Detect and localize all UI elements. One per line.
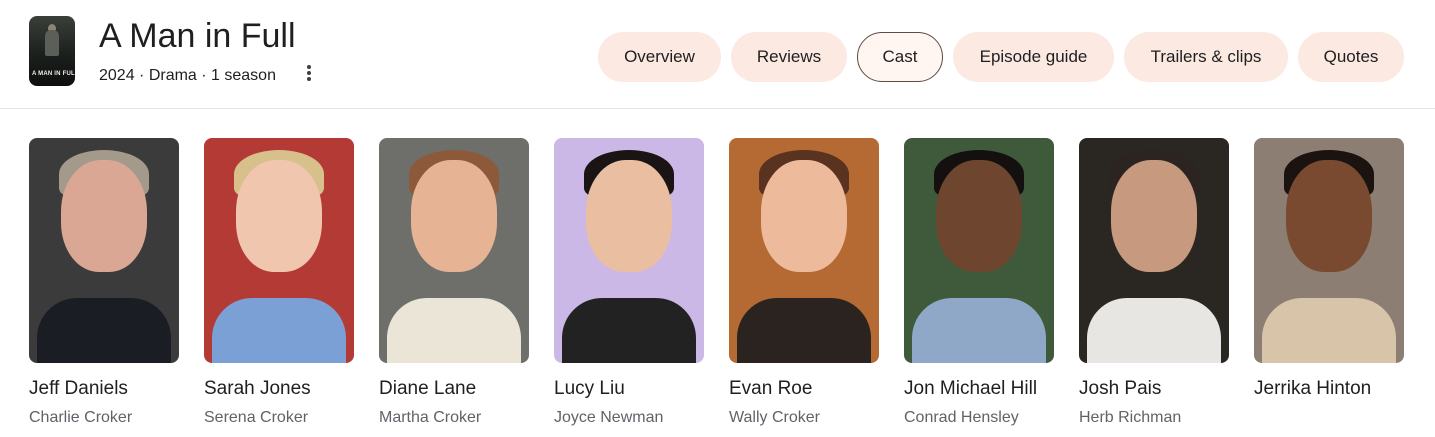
cast-name[interactable]: Lucy Liu bbox=[554, 378, 744, 400]
show-header: A MAN IN FULL A Man in Full 2024 · Drama… bbox=[0, 0, 1435, 109]
cast-photo[interactable] bbox=[1254, 138, 1404, 363]
cast-card[interactable]: Jerrika Hinton bbox=[1254, 138, 1404, 399]
poster-title: A MAN IN FULL bbox=[32, 71, 75, 77]
tab-episode-guide[interactable]: Episode guide bbox=[953, 32, 1114, 82]
tab-reviews[interactable]: Reviews bbox=[731, 32, 847, 82]
cast-card[interactable]: Josh Pais Herb Richman bbox=[1079, 138, 1229, 426]
cast-photo[interactable] bbox=[904, 138, 1054, 363]
cast-role: Conrad Hensley bbox=[904, 409, 1019, 426]
show-subtitle: 2024 · Drama · 1 season bbox=[99, 67, 276, 84]
cast-card[interactable]: Evan Roe Wally Croker bbox=[729, 138, 879, 426]
photo-face bbox=[61, 160, 147, 272]
cast-card[interactable]: Lucy Liu Joyce Newman bbox=[554, 138, 704, 426]
photo-body bbox=[1262, 298, 1396, 363]
photo-body bbox=[1087, 298, 1221, 363]
cast-photo[interactable] bbox=[379, 138, 529, 363]
photo-face bbox=[1286, 160, 1372, 272]
cast-role: Joyce Newman bbox=[554, 409, 664, 426]
tab-quotes[interactable]: Quotes bbox=[1298, 32, 1404, 82]
poster-figure bbox=[45, 30, 59, 56]
photo-face bbox=[761, 160, 847, 272]
more-vert-icon bbox=[307, 65, 311, 81]
cast-name[interactable]: Evan Roe bbox=[729, 378, 919, 400]
cast-card[interactable]: Diane Lane Martha Croker bbox=[379, 138, 529, 426]
cast-photo[interactable] bbox=[554, 138, 704, 363]
cast-photo[interactable] bbox=[729, 138, 879, 363]
cast-card[interactable]: Jeff Daniels Charlie Croker bbox=[29, 138, 179, 426]
tab-trailers-clips[interactable]: Trailers & clips bbox=[1124, 32, 1288, 82]
cast-role: Herb Richman bbox=[1079, 409, 1182, 426]
photo-face bbox=[1111, 160, 1197, 272]
photo-body bbox=[387, 298, 521, 363]
cast-name[interactable]: Jeff Daniels bbox=[29, 378, 219, 400]
cast-role: Martha Croker bbox=[379, 409, 482, 426]
photo-body bbox=[212, 298, 346, 363]
photo-body bbox=[37, 298, 171, 363]
show-poster[interactable]: A MAN IN FULL bbox=[29, 16, 75, 86]
cast-name[interactable]: Jon Michael Hill bbox=[904, 378, 1094, 400]
cast-card[interactable]: Sarah Jones Serena Croker bbox=[204, 138, 354, 426]
more-options-button[interactable] bbox=[298, 62, 320, 84]
cast-name[interactable]: Josh Pais bbox=[1079, 378, 1269, 400]
cast-name[interactable]: Sarah Jones bbox=[204, 378, 394, 400]
photo-body bbox=[912, 298, 1046, 363]
show-title[interactable]: A Man in Full bbox=[99, 16, 296, 56]
photo-face bbox=[411, 160, 497, 272]
cast-card[interactable]: Jon Michael Hill Conrad Hensley bbox=[904, 138, 1054, 426]
photo-face bbox=[586, 160, 672, 272]
photo-body bbox=[562, 298, 696, 363]
cast-name[interactable]: Diane Lane bbox=[379, 378, 569, 400]
cast-photo[interactable] bbox=[1079, 138, 1229, 363]
tab-overview[interactable]: Overview bbox=[598, 32, 721, 82]
photo-face bbox=[236, 160, 322, 272]
tab-cast[interactable]: Cast bbox=[857, 32, 943, 82]
cast-photo[interactable] bbox=[204, 138, 354, 363]
cast-role: Charlie Croker bbox=[29, 409, 133, 426]
cast-photo[interactable] bbox=[29, 138, 179, 363]
cast-role: Wally Croker bbox=[729, 409, 820, 426]
cast-role: Serena Croker bbox=[204, 409, 309, 426]
cast-name[interactable]: Jerrika Hinton bbox=[1254, 378, 1435, 400]
photo-body bbox=[737, 298, 871, 363]
photo-face bbox=[936, 160, 1022, 272]
